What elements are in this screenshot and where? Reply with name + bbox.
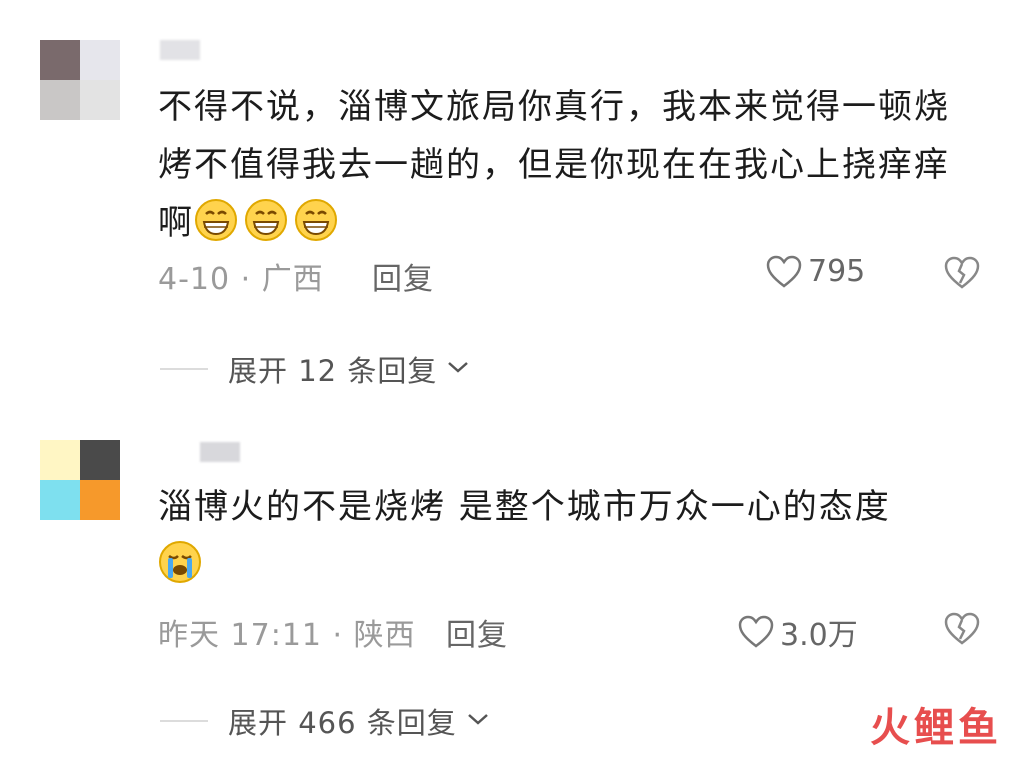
avatar-tile bbox=[80, 440, 120, 480]
broken-heart-icon bbox=[944, 612, 980, 646]
watermark-logo: 火鲤鱼 bbox=[870, 705, 1002, 751]
comment-text: 不得不说，淄博文旅局你真行，我本来觉得一顿烧烤不值得我去一趟的，但是你现在在我心… bbox=[158, 78, 958, 252]
grin-emoji bbox=[194, 198, 238, 242]
avatar-tile bbox=[40, 480, 80, 520]
divider-line bbox=[160, 368, 208, 370]
divider-line bbox=[160, 720, 208, 722]
broken-heart-icon bbox=[944, 256, 980, 290]
comment-text: 淄博火的不是烧烤 是整个城市万众一心的态度 bbox=[158, 478, 958, 594]
expand-replies[interactable]: 展开 12 条回复 bbox=[160, 348, 471, 390]
like-count: 3.0万 bbox=[780, 618, 858, 653]
comment-meta: 昨天 17:11 · 陕西 bbox=[158, 618, 416, 653]
like-button[interactable]: 795 bbox=[766, 254, 865, 289]
expand-replies-label: 展开 466 条回复 bbox=[228, 706, 457, 740]
avatar-tile bbox=[80, 480, 120, 520]
expand-replies[interactable]: 展开 466 条回复 bbox=[160, 700, 491, 742]
heart-icon bbox=[738, 615, 774, 649]
dislike-button[interactable] bbox=[944, 256, 980, 290]
like-button[interactable]: 3.0万 bbox=[738, 610, 858, 654]
username-blurred[interactable] bbox=[200, 442, 240, 462]
chevron-down-icon bbox=[465, 709, 491, 733]
chevron-down-icon bbox=[445, 357, 471, 381]
dislike-button[interactable] bbox=[944, 612, 980, 646]
comment-body: 淄博火的不是烧烤 是整个城市万众一心的态度 bbox=[158, 487, 891, 527]
avatar-tile bbox=[40, 40, 80, 80]
avatar[interactable] bbox=[40, 40, 120, 120]
grin-emoji bbox=[294, 198, 338, 242]
avatar-tile bbox=[40, 80, 80, 120]
avatar-tile bbox=[80, 80, 120, 120]
reply-button[interactable]: 回复 bbox=[372, 254, 434, 298]
heart-icon bbox=[766, 255, 802, 289]
username-blurred[interactable] bbox=[160, 40, 200, 60]
expand-replies-label: 展开 12 条回复 bbox=[228, 354, 438, 388]
avatar-tile bbox=[80, 40, 120, 80]
comment-meta: 4-10 · 广西 bbox=[158, 262, 324, 297]
avatar-tile bbox=[40, 440, 80, 480]
reply-button[interactable]: 回复 bbox=[446, 610, 508, 654]
crying-emoji bbox=[158, 540, 202, 584]
grin-emoji bbox=[244, 198, 288, 242]
avatar[interactable] bbox=[40, 440, 120, 520]
like-count: 795 bbox=[808, 254, 866, 289]
